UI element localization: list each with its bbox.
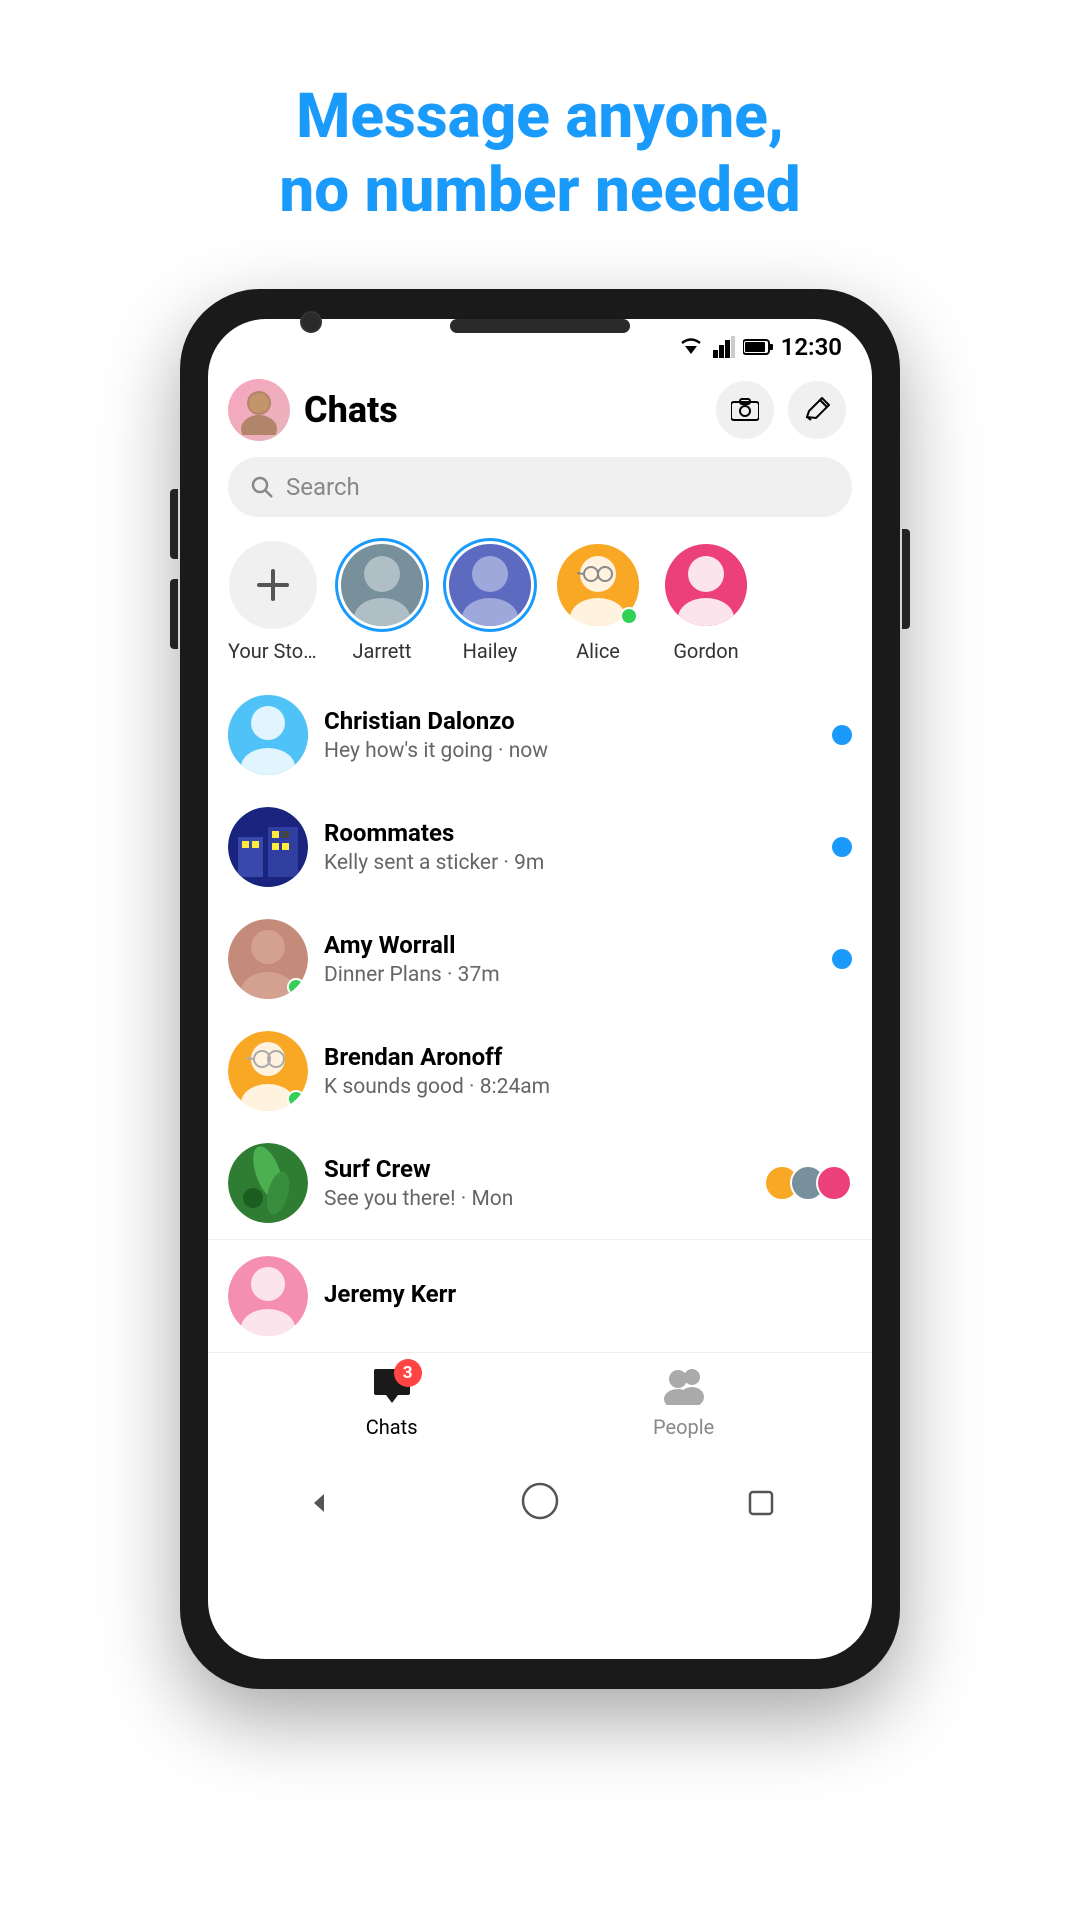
status-icons: 12:30 — [677, 333, 842, 361]
chat-info-surfcrew: Surf Crew See you there! · Mon — [324, 1155, 748, 1211]
chat-info-amy: Amy Worrall Dinner Plans · 37m — [324, 931, 816, 987]
amy-online-dot — [287, 978, 305, 996]
phone-camera — [300, 311, 322, 333]
android-nav-bar — [208, 1469, 872, 1545]
chat-info-roommates: Roommates Kelly sent a sticker · 9m — [324, 819, 816, 875]
headline-line1: Message anyone, — [279, 80, 800, 154]
chat-avatar-brendan — [228, 1031, 308, 1111]
mini-av-3 — [816, 1165, 852, 1201]
chat-info-brendan: Brendan Aronoff K sounds good · 8:24am — [324, 1043, 852, 1099]
chat-item-roommates[interactable]: Roommates Kelly sent a sticker · 9m — [208, 791, 872, 903]
phone-screen: 12:30 Chats — [208, 319, 872, 1659]
page-title: Chats — [304, 389, 702, 431]
story-item-gordon[interactable]: Gordon — [662, 541, 750, 663]
chat-name-roommates: Roommates — [324, 819, 816, 847]
app-header: Chats — [208, 369, 872, 451]
user-avatar-img — [234, 385, 284, 435]
chat-name-brendan: Brendan Aronoff — [324, 1043, 852, 1071]
chat-item-jeremy[interactable]: Jeremy Kerr — [208, 1239, 872, 1352]
home-icon — [520, 1481, 560, 1525]
phone-notch — [450, 319, 630, 333]
phone-volume-left2 — [170, 579, 178, 649]
chat-info-jeremy: Jeremy Kerr — [324, 1280, 852, 1312]
chat-preview-christian: Hey how's it going · now — [324, 739, 816, 763]
people-nav-label: People — [653, 1415, 714, 1439]
chat-item-christian[interactable]: Christian Dalonzo Hey how's it going · n… — [208, 679, 872, 791]
headline-line2: no number needed — [279, 154, 800, 228]
chat-name-amy: Amy Worrall — [324, 931, 816, 959]
signal-icon — [713, 336, 735, 358]
edit-icon — [804, 397, 830, 423]
home-button[interactable] — [520, 1483, 560, 1523]
status-time: 12:30 — [781, 333, 842, 361]
story-label-gordon: Gordon — [673, 639, 738, 663]
chat-info-christian: Christian Dalonzo Hey how's it going · n… — [324, 707, 816, 763]
chat-avatar-jeremy — [228, 1256, 308, 1336]
story-item-jarrett[interactable]: Jarrett — [338, 541, 426, 663]
story-label-jarrett: Jarrett — [353, 639, 412, 663]
story-label-alice: Alice — [576, 639, 620, 663]
nav-people[interactable]: People — [653, 1367, 714, 1439]
bottom-nav: 3 Chats People — [208, 1352, 872, 1469]
chat-item-surfcrew[interactable]: Surf Crew See you there! · Mon — [208, 1127, 872, 1239]
chat-list: Christian Dalonzo Hey how's it going · n… — [208, 679, 872, 1352]
chat-name-christian: Christian Dalonzo — [324, 707, 816, 735]
unread-indicator-amy — [832, 949, 852, 969]
story-item-hailey[interactable]: Hailey — [446, 541, 534, 663]
story-item-your-story[interactable]: Your Story — [228, 541, 318, 663]
chat-preview-brendan: K sounds good · 8:24am — [324, 1075, 852, 1099]
wifi-icon — [677, 336, 705, 358]
chat-avatar-surfcrew — [228, 1143, 308, 1223]
story-item-alice[interactable]: Alice — [554, 541, 642, 663]
story-avatar-jarrett — [338, 541, 426, 629]
camera-icon — [731, 398, 759, 422]
add-story-avatar — [229, 541, 317, 629]
user-avatar[interactable] — [228, 379, 290, 441]
search-icon — [250, 475, 274, 499]
phone-frame: 12:30 Chats — [180, 289, 900, 1689]
add-story-icon — [251, 563, 295, 607]
unread-indicator-christian — [832, 725, 852, 745]
recents-button[interactable] — [741, 1483, 781, 1523]
camera-button[interactable] — [716, 381, 774, 439]
nav-chats[interactable]: 3 Chats — [366, 1367, 418, 1439]
search-bar[interactable]: Search — [228, 457, 852, 517]
headline: Message anyone, no number needed — [219, 80, 860, 229]
alice-online-dot — [620, 607, 638, 625]
phone-volume-left — [170, 489, 178, 559]
surfcrew-group-avatars — [764, 1165, 852, 1201]
story-avatar-alice — [554, 541, 642, 629]
unread-indicator-roommates — [832, 837, 852, 857]
back-icon — [308, 1492, 330, 1514]
story-avatar-gordon — [662, 541, 750, 629]
battery-icon — [743, 338, 773, 356]
chat-preview-amy: Dinner Plans · 37m — [324, 963, 816, 987]
compose-button[interactable] — [788, 381, 846, 439]
stories-row: Your Story Jarrett — [208, 531, 872, 679]
phone-power-button — [902, 529, 910, 629]
story-label-hailey: Hailey — [463, 639, 518, 663]
brendan-online-dot — [287, 1090, 305, 1108]
chat-item-brendan[interactable]: Brendan Aronoff K sounds good · 8:24am — [208, 1015, 872, 1127]
chat-name-jeremy: Jeremy Kerr — [324, 1280, 852, 1308]
story-label-your-story: Your Story — [228, 639, 318, 663]
chat-avatar-roommates — [228, 807, 308, 887]
chats-nav-label: Chats — [366, 1415, 418, 1439]
chat-preview-roommates: Kelly sent a sticker · 9m — [324, 851, 816, 875]
recents-icon — [748, 1490, 774, 1516]
people-icon — [662, 1367, 706, 1405]
chat-item-amy[interactable]: Amy Worrall Dinner Plans · 37m — [208, 903, 872, 1015]
chat-name-surfcrew: Surf Crew — [324, 1155, 748, 1183]
back-button[interactable] — [299, 1483, 339, 1523]
story-avatar-hailey — [446, 541, 534, 629]
search-placeholder: Search — [286, 473, 360, 501]
chat-avatar-amy — [228, 919, 308, 999]
chats-badge: 3 — [394, 1359, 422, 1387]
chats-icon-wrapper: 3 — [372, 1367, 412, 1409]
chat-preview-surfcrew: See you there! · Mon — [324, 1187, 748, 1211]
chat-avatar-christian — [228, 695, 308, 775]
people-icon-wrapper — [662, 1367, 706, 1409]
